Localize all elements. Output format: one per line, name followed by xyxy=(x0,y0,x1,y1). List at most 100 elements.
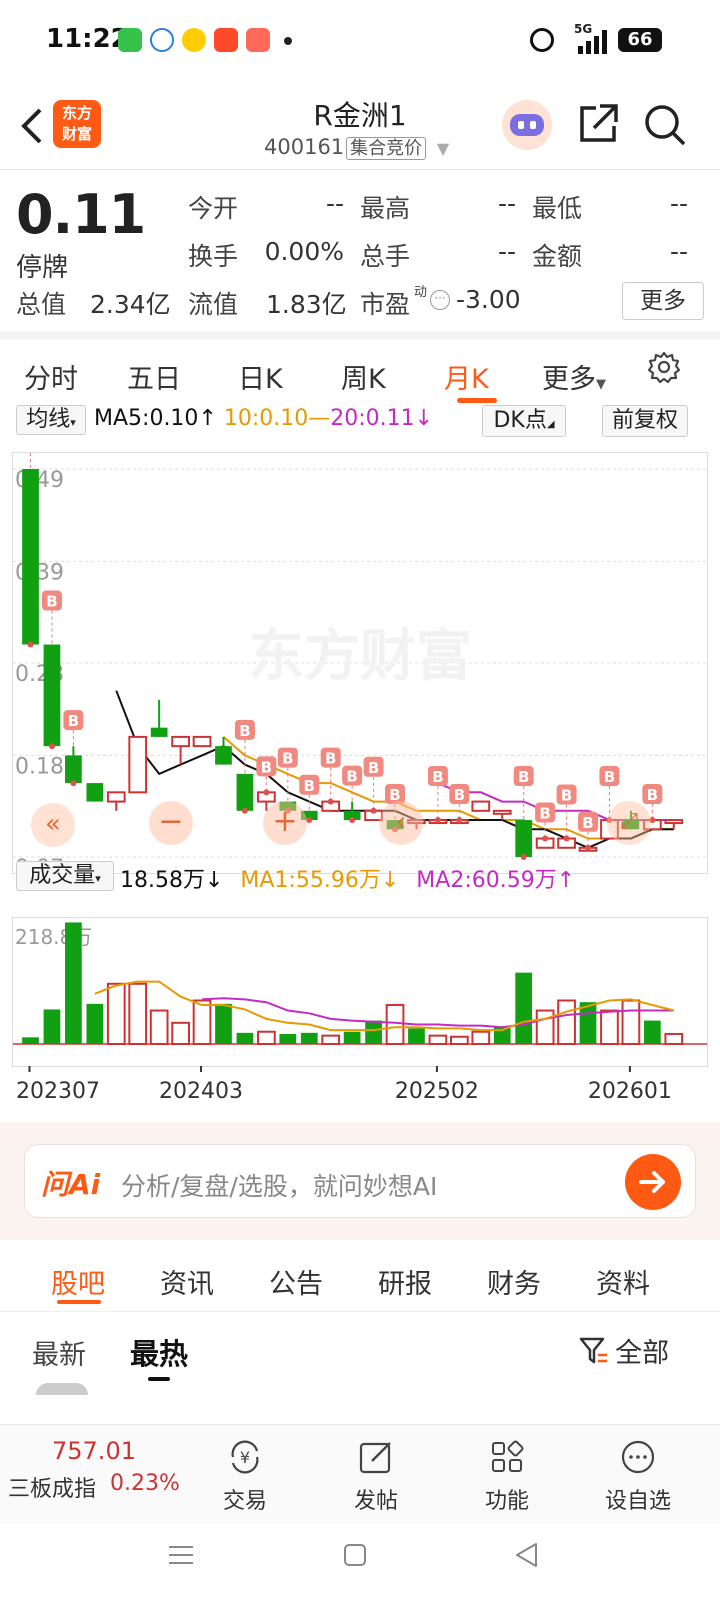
quote-value: -- xyxy=(497,189,516,218)
b-marker-label: B xyxy=(346,768,357,786)
tab-intraday[interactable]: 分时 xyxy=(24,357,78,396)
pe-info-icon[interactable]: ··· xyxy=(430,290,450,310)
tab-latest[interactable]: 最新 xyxy=(32,1333,86,1372)
x-tick-label: 202403 xyxy=(159,1079,243,1104)
index-change: 0.23% xyxy=(110,1471,180,1496)
candle-body xyxy=(150,727,168,737)
system-navigation xyxy=(0,1524,720,1604)
down-arrow-icon: ↓ xyxy=(380,868,400,893)
b-marker-dot xyxy=(70,780,77,787)
volume-bar xyxy=(321,1034,341,1046)
ai-placeholder: 分析/复盘/选股，就问妙想AI xyxy=(121,1172,438,1201)
tab-news[interactable]: 资讯 xyxy=(160,1262,214,1301)
fast-back-button[interactable]: « xyxy=(31,803,75,847)
volume-chart[interactable]: 218.8万 xyxy=(12,917,708,1067)
avatar[interactable] xyxy=(36,1383,88,1395)
volume-bar xyxy=(365,1020,382,1044)
zoom-in-button[interactable]: + xyxy=(263,801,307,845)
volume-bar xyxy=(343,1031,361,1044)
volume-indicator-select[interactable]: 成交量▾ xyxy=(16,861,114,891)
volume-bar xyxy=(257,1030,276,1046)
candle-body xyxy=(106,791,126,803)
tab-weekly-k[interactable]: 周K xyxy=(341,357,386,396)
b-marker-label: B xyxy=(282,750,293,768)
caret-down-icon: ▼ xyxy=(596,377,606,392)
menu-icon[interactable] xyxy=(166,1540,196,1570)
b-marker-dot xyxy=(27,641,34,648)
pe-label: 市盈 xyxy=(360,290,411,319)
kline-chart[interactable]: 0.490.390.280.180.07东方财富BBBBBBBBBBBBBBBB… xyxy=(12,452,708,874)
search-icon[interactable] xyxy=(642,102,688,148)
b-marker-dot xyxy=(306,817,313,824)
y-tick-label: 0.18 xyxy=(15,754,64,779)
filter-all-button[interactable]: 全部 xyxy=(578,1331,669,1370)
trade-label: 交易 xyxy=(222,1489,267,1514)
grid-icon xyxy=(492,1440,524,1472)
dk-point-label: DK点 xyxy=(493,408,547,433)
ai-submit-button[interactable] xyxy=(625,1154,681,1210)
indicator-label: 均线 xyxy=(26,407,71,432)
ma-legend: MA5:0.10↑ 10:0.10—20:0.11↓ xyxy=(94,406,433,431)
volume-bar xyxy=(86,1003,104,1044)
index-name: 三板成指 xyxy=(8,1477,97,1502)
functions-label: 功能 xyxy=(484,1489,529,1514)
tab-monthly-k[interactable]: 月K xyxy=(444,357,489,396)
kline-svg: 0.490.390.280.180.07东方财富BBBBBBBBBBBBBBBB… xyxy=(13,453,707,873)
ai-search-box[interactable]: 问Ai 分析/复盘/选股，就问妙想AI xyxy=(24,1144,696,1218)
add-watchlist-button[interactable]: 设自选 xyxy=(583,1437,693,1515)
adjust-mode-button[interactable]: 前复权 xyxy=(602,405,688,437)
volume-ma2: MA2:60.59万 xyxy=(416,868,557,893)
filter-all-label: 全部 xyxy=(615,1338,670,1369)
add-watchlist-label: 设自选 xyxy=(604,1489,671,1514)
alarm-icon xyxy=(530,28,554,52)
tab-more[interactable]: 更多▼ xyxy=(542,357,606,396)
home-icon[interactable] xyxy=(340,1540,370,1570)
tab-research[interactable]: 研报 xyxy=(378,1262,432,1301)
index-ticker[interactable]: 757.01 三板成指 0.23% xyxy=(8,1433,184,1519)
tab-profile[interactable]: 资料 xyxy=(596,1262,650,1301)
b-marker-label: B xyxy=(261,758,272,776)
back-icon[interactable] xyxy=(512,1540,542,1570)
quote-value: 0.00% xyxy=(264,237,344,266)
candle-body xyxy=(236,773,254,811)
trade-button[interactable]: ¥ 交易 xyxy=(190,1437,300,1515)
tab-five-day[interactable]: 五日 xyxy=(127,357,181,396)
tab-daily-k[interactable]: 日K xyxy=(238,357,283,396)
settings-gear-icon[interactable] xyxy=(646,349,682,385)
share-icon[interactable] xyxy=(576,102,620,146)
functions-button[interactable]: 功能 xyxy=(452,1437,562,1515)
volume-bar xyxy=(149,1009,169,1046)
b-marker-label: B xyxy=(582,814,593,832)
indicator-select[interactable]: 均线▾ xyxy=(16,405,86,435)
volume-bar xyxy=(106,982,126,1046)
status-time: 11:22 xyxy=(46,24,129,54)
candle-body xyxy=(128,735,148,794)
dk-point-button[interactable]: DK点◢ xyxy=(482,405,566,437)
volume-bar xyxy=(408,1028,425,1044)
volume-bar xyxy=(664,1032,684,1046)
stock-header: 东方 财富 R金洲1 400161 集合竞价 ▼ xyxy=(0,80,720,170)
b-marker-label: B xyxy=(432,768,443,786)
total-value-label: 总值 xyxy=(16,290,67,319)
b-marker-label: B xyxy=(239,722,250,740)
b-marker-label: B xyxy=(325,750,336,768)
tab-guba[interactable]: 股吧 xyxy=(51,1262,105,1301)
scroll-left-button[interactable]: ‹ xyxy=(379,801,423,845)
period-tabs: 分时 五日 日K 周K 月K 更多▼ xyxy=(0,345,720,407)
volume-bar xyxy=(22,1037,39,1044)
stock-code: 400161 xyxy=(264,135,345,159)
zoom-out-button[interactable]: − xyxy=(149,801,193,845)
more-quote-button[interactable]: 更多 xyxy=(622,282,704,320)
tab-finance[interactable]: 财务 xyxy=(487,1262,541,1301)
volume-bar xyxy=(600,1009,619,1046)
b-marker-label: B xyxy=(604,768,615,786)
post-button[interactable]: 发帖 xyxy=(321,1437,431,1515)
tab-hottest[interactable]: 最热 xyxy=(130,1331,188,1373)
b-marker-label: B xyxy=(368,759,379,777)
tab-announcements[interactable]: 公告 xyxy=(269,1262,323,1301)
stock-code-line[interactable]: 400161 集合竞价 ▼ xyxy=(264,134,449,160)
expand-button[interactable]: ⤢ xyxy=(607,801,651,845)
b-marker-dot xyxy=(263,789,270,796)
robot-avatar-icon[interactable] xyxy=(502,100,552,150)
b-marker-dot xyxy=(563,835,570,842)
